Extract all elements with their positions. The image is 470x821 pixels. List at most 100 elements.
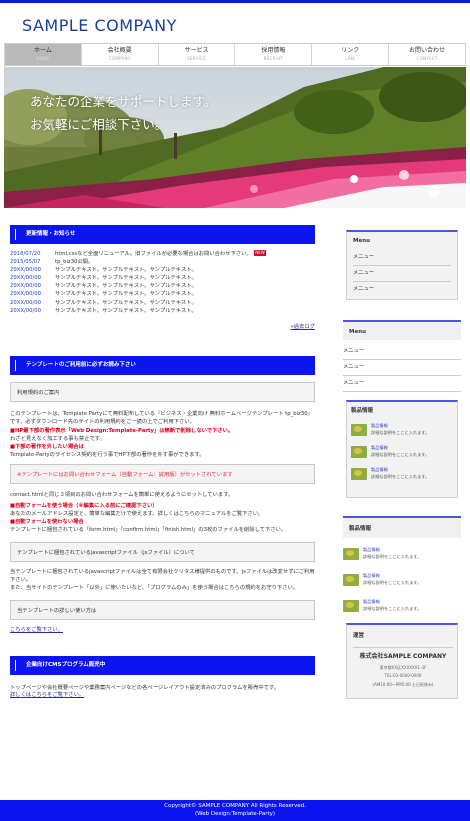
company-address: 東京都XX区XXXXXX1-3F — [379, 664, 427, 670]
product-thumbnail — [351, 467, 367, 480]
product-thumbnail — [343, 600, 359, 612]
nav-label: 会社概要 — [107, 47, 132, 54]
news-text: サンプルテキスト。サンプルテキスト。サンプルテキスト。 — [55, 283, 197, 290]
guide-paragraph: このテンプレートは、Template Partyにて無料配布している『ビジネス・… — [10, 411, 313, 426]
footer-copyright: Copyright© SAMPLE COMPANY All Rights Res… — [164, 803, 306, 809]
product-name: 製品情報 — [363, 573, 380, 578]
product-item[interactable]: 製品情報詳細な説明をここに入れます。 — [343, 572, 461, 598]
product-desc: 詳細な説明をここに入れます。 — [363, 580, 422, 585]
guide-warning: ■自動フォームを使わない場合 — [10, 519, 84, 526]
guide-paragraph: また、当サイトのテンプレート「以外」に使いたいなど、「プログラムのみ」を使う場合… — [10, 585, 299, 592]
product-item[interactable]: 製品情報 詳細な説明をここに入れます。 — [351, 466, 453, 488]
news-date: 20XX/00/00 — [10, 275, 42, 282]
nav-sublabel: COMPANY — [108, 56, 131, 61]
product-name: 製品情報 — [371, 422, 388, 428]
product-desc: 詳細な説明をここに入れます。 — [371, 429, 430, 435]
sidebar-products-box: 製品情報 製品情報 詳細な説明をここに入れます。 製品情報 詳細な説明をここに入れま… — [346, 400, 458, 498]
news-date: 20XX/00/00 — [10, 283, 42, 290]
notice-box-usage: 当テンプレートの詳しい使い方は — [10, 600, 315, 621]
news-item: 20XX/00/00 サンプルテキスト。サンプルテキスト。サンプルテキスト。 — [10, 299, 315, 307]
guide-paragraph: わざと見えなく加工する事も禁止です。 — [10, 436, 105, 443]
footer-credit[interactable]: (Web Design:Template-Party) — [0, 810, 470, 818]
nav-sublabel: RECRUIT — [263, 56, 284, 61]
product-desc: 詳細な説明をここに入れます。 — [363, 554, 422, 559]
news-text: サンプルテキスト。サンプルテキスト。サンプルテキスト。 — [55, 299, 197, 306]
company-name: 株式会社SAMPLE COMPANY — [359, 652, 447, 660]
sidebar-menu-item[interactable]: メニュー — [353, 250, 451, 266]
nav-contact[interactable]: お問い合わせ CONTACT — [388, 44, 466, 65]
product-desc: 詳細な説明をここに入れます。 — [371, 473, 430, 479]
hero-subheading: お気軽にご相談下さい。 — [30, 117, 168, 132]
news-date: 20XX/00/00 — [10, 267, 42, 274]
news-item: 20XX/00/00 サンプルテキスト。サンプルテキスト。サンプルテキスト。 — [10, 290, 315, 298]
nav-label: 採用情報 — [261, 47, 286, 54]
news-item: 20XX/00/00 サンプルテキスト。サンプルテキスト。サンプルテキスト。 — [10, 307, 315, 315]
sidebar-menu-item[interactable]: メニュー — [343, 344, 461, 360]
cms-link[interactable]: 詳しくはこちらをご覧下さい。 — [10, 692, 315, 700]
product-item[interactable]: 製品情報 詳細な説明をここに入れます。 — [343, 546, 461, 572]
news-text: サンプルテキスト。サンプルテキスト。サンプルテキスト。 — [55, 307, 197, 314]
news-text: html,cssなど全面リニューアル。旧ファイルが必要な場合はお問い合わせ下さい… — [55, 250, 315, 258]
nav-sublabel: LINK — [345, 56, 356, 61]
nav-company[interactable]: 会社概要 COMPANY — [80, 44, 158, 65]
nav-home[interactable]: ホーム HOME — [4, 44, 81, 65]
news-item: 2015/05/07 tp_biz30公開。 — [10, 258, 315, 266]
sidebar-company-box: 運営 株式会社SAMPLE COMPANY 東京都XX区XXXXXX1-3F T… — [346, 623, 458, 699]
notice-box-terms: 利用規約のご案内 — [10, 382, 315, 403]
nav-label: お問い合わせ — [409, 47, 446, 54]
guide-paragraph: contact.htmlと同じ３項目のお問い合わせフォームを簡単に使えるようにセ… — [10, 492, 234, 499]
company-tel: TEL:03-0000-0000 — [384, 673, 422, 679]
nav-service[interactable]: サービス SERVICE — [157, 44, 235, 65]
nav-recruit[interactable]: 採用情報 RECRUIT — [234, 44, 312, 65]
news-item: 20XX/00/00 サンプルテキスト。サンプルテキスト。サンプルテキスト。 — [10, 274, 315, 282]
news-date: 20XX/00/00 — [10, 299, 42, 306]
sidebar-menu-plain: Menu メニュー メニュー メニュー — [343, 320, 461, 392]
guide-paragraph: Template-Partyのライセンス契約を行う事でHP下部の著作を外す事がで… — [10, 452, 205, 459]
news-text-body: html,cssなど全面リニューアル。旧ファイルが必要な場合はお問い合わせ下さい… — [55, 251, 252, 257]
guide-paragraph: 当テンプレートに梱包されているjavascriptファイルは全て有限会社クリタス… — [10, 569, 315, 584]
sidebar-menu-item[interactable]: メニュー — [343, 376, 461, 392]
top-accent-bar — [0, 0, 470, 3]
site-logo[interactable]: SAMPLE COMPANY — [22, 14, 177, 37]
sidebar-menu-box: Menu メニュー メニュー メニュー — [346, 230, 458, 300]
product-item[interactable]: 製品情報 詳細な説明をここに入れます。 — [351, 422, 453, 444]
guide-paragraph: あなたのメールアドレス設定と、簡単な編集だけで使えます。詳しくはこちらのマニュア… — [10, 511, 264, 518]
global-nav: ホーム HOME 会社概要 COMPANY サービス SERVICE 採用情報 RECR… — [4, 43, 466, 66]
notice-box-form: ※テンプレートにはお問い合わせフォーム（自動フォーム：試用版）がセットされていま… — [10, 464, 315, 485]
sidebar-menu-title: Menu — [353, 238, 371, 244]
main-content: 更新情報・お知らせ 2018/07/20 html,cssなど全面リニューアル。旧… — [10, 225, 315, 700]
new-badge: NEW — [253, 250, 267, 256]
product-thumbnail — [343, 574, 359, 586]
sidebar-menu-item[interactable]: メニュー — [353, 266, 451, 282]
guide-warning: ■自動フォームを使う場合（※編集に入る前にご確認下さい） — [10, 503, 158, 510]
product-name: 製品情報 — [371, 466, 388, 472]
products-title: 製品情報 — [343, 516, 461, 538]
section-heading-guide: テンプレートのご利用前に必ずお読み下さい — [10, 356, 315, 376]
news-date: 2015/05/07 — [10, 259, 41, 266]
sidebar-products-plain: 製品情報 製品情報 詳細な説明をここに入れます。 製品情報 詳細な説明をここに入れま… — [343, 516, 461, 624]
nav-sublabel: SERVICE — [187, 56, 207, 61]
nav-sublabel: HOME — [36, 56, 50, 61]
product-item[interactable]: 製品情報詳細な説明をここに入れます。 — [343, 598, 461, 624]
guide-warning: ■下部の著作を外したい場合は — [10, 444, 84, 451]
section-heading-news: 更新情報・お知らせ — [10, 225, 315, 244]
guide-warning: ■HP最下部の著作表示「Web Design:Template-Party」は無… — [10, 428, 234, 435]
company-box-title: 運営 — [353, 633, 365, 639]
sidebar-menu-title: Menu — [343, 320, 461, 340]
product-name: 製品情報 — [363, 599, 380, 604]
product-thumbnail — [351, 445, 367, 458]
guide-paragraph: テンプレートに梱包されている「form.html」「confirm.html」「… — [10, 527, 287, 534]
product-item[interactable]: 製品情報 詳細な説明をここに入れます。 — [351, 444, 453, 466]
sidebar-menu-item[interactable]: メニュー — [343, 360, 461, 376]
nav-label: リンク — [341, 47, 360, 54]
sidebar-menu-item[interactable]: メニュー — [353, 282, 451, 297]
nav-link[interactable]: リンク LINK — [311, 44, 389, 65]
news-date: 2018/07/20 — [10, 251, 41, 257]
news-item: 20XX/00/00 サンプルテキスト。サンプルテキスト。サンプルテキスト。 — [10, 266, 315, 274]
usage-link[interactable]: こちらをご覧下さい。 — [10, 627, 315, 635]
news-text: サンプルテキスト。サンプルテキスト。サンプルテキスト。 — [55, 275, 197, 282]
past-log-link[interactable]: »過去ログ — [10, 324, 315, 332]
product-desc: 詳細な説明をここに入れます。 — [363, 606, 422, 611]
nav-sublabel: CONTACT — [416, 56, 438, 61]
news-date: 20XX/00/00 — [10, 307, 42, 314]
